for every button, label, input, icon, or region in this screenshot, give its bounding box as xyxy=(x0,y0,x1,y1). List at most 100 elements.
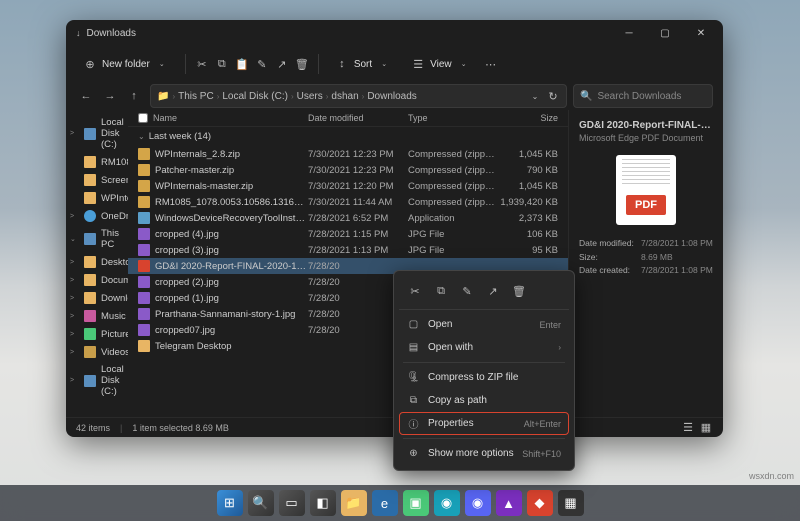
maximize-button[interactable]: ▢ xyxy=(647,20,683,46)
app-icon[interactable]: ◆ xyxy=(527,490,553,516)
ctx-copy-path[interactable]: ⧉Copy as path xyxy=(399,389,569,412)
ctx-rename-icon[interactable]: ✎ xyxy=(455,279,479,303)
file-row[interactable]: cropped (4).jpg7/28/2021 1:15 PMJPG File… xyxy=(128,226,568,242)
file-size: 1,045 KB xyxy=(498,181,558,192)
jpg-icon xyxy=(138,244,150,256)
ctx-open[interactable]: ▢OpenEnter xyxy=(399,313,569,336)
breadcrumb[interactable]: 📁› This PC› Local Disk (C:)› Users› dsha… xyxy=(150,84,567,108)
ctx-zip-label: Compress to ZIP file xyxy=(428,372,518,383)
crumb[interactable]: dshan xyxy=(331,91,358,102)
thumbnails-view-icon[interactable]: ▦ xyxy=(699,421,713,435)
sort-button[interactable]: ↕Sort⌄ xyxy=(328,53,398,75)
ctx-open-with[interactable]: ▤Open with› xyxy=(399,336,569,359)
divider xyxy=(185,54,186,74)
sort-icon: ↕ xyxy=(335,57,349,71)
sidebar-item[interactable]: >Music xyxy=(68,307,126,325)
new-folder-button[interactable]: ⊕New folder⌄ xyxy=(76,53,176,75)
crumb[interactable]: Downloads xyxy=(367,91,416,102)
ctx-delete-icon[interactable]: 🗑 xyxy=(507,279,531,303)
col-name[interactable]: Name xyxy=(153,113,177,123)
start-button[interactable]: ⊞ xyxy=(217,490,243,516)
file-type: JPG File xyxy=(408,229,498,240)
col-date[interactable]: Date modified xyxy=(308,113,408,123)
sidebar-item[interactable]: RM1085_1078.0… xyxy=(68,153,126,171)
meta-row: Size:8.69 MB xyxy=(579,251,713,265)
col-type[interactable]: Type xyxy=(408,113,498,123)
file-row[interactable]: Patcher-master.zip7/30/2021 12:23 PMComp… xyxy=(128,162,568,178)
vid-icon xyxy=(84,346,96,358)
ctx-openwith-label: Open with xyxy=(428,342,473,353)
details-view-icon[interactable]: ☰ xyxy=(681,421,695,435)
app-icon[interactable]: ▲ xyxy=(496,490,522,516)
sidebar-item[interactable]: Screenshots xyxy=(68,171,126,189)
details-subtitle: Microsoft Edge PDF Document xyxy=(579,133,713,143)
share-icon[interactable]: ↗ xyxy=(275,57,289,71)
file-type: Application xyxy=(408,213,498,224)
close-button[interactable]: ✕ xyxy=(683,20,719,46)
cloud-icon xyxy=(84,210,96,222)
file-row[interactable]: RM1085_1078.0053.10586.13169.12742…7/30/… xyxy=(128,194,568,210)
ctx-compress[interactable]: 🗜 Compress to ZIP file xyxy=(399,366,569,389)
file-type: Compressed (zipp… xyxy=(408,181,498,192)
sidebar[interactable]: >Local Disk (C:)RM1085_1078.0…Screenshot… xyxy=(66,110,128,417)
group-header[interactable]: Last week (14) xyxy=(128,127,568,146)
file-type: Compressed (zipp… xyxy=(408,197,498,208)
edge-icon[interactable]: e xyxy=(372,490,398,516)
file-size: 790 KB xyxy=(498,165,558,176)
app-icon[interactable]: ▣ xyxy=(403,490,429,516)
task-view-icon[interactable]: ▭ xyxy=(279,490,305,516)
refresh-icon[interactable]: ↻ xyxy=(546,89,560,103)
app-icon[interactable]: ▦ xyxy=(558,490,584,516)
file-explorer-icon[interactable]: 📁 xyxy=(341,490,367,516)
crumb[interactable]: Users xyxy=(297,91,323,102)
zip-icon: 🗜 xyxy=(407,371,420,384)
titlebar[interactable]: Downloads ─ ▢ ✕ xyxy=(66,20,723,46)
sidebar-item[interactable]: >Documents xyxy=(68,271,126,289)
ctx-properties[interactable]: ⓘPropertiesAlt+Enter xyxy=(399,412,569,435)
select-all-checkbox[interactable] xyxy=(138,113,148,123)
col-size[interactable]: Size xyxy=(498,113,558,123)
jpg-icon xyxy=(138,308,150,320)
sidebar-item[interactable]: >OneDrive xyxy=(68,207,126,225)
sidebar-item[interactable]: >Local Disk (C:) xyxy=(68,114,126,153)
zip-icon xyxy=(138,148,150,160)
sidebar-item[interactable]: >Downloads xyxy=(68,289,126,307)
ctx-share-icon[interactable]: ↗ xyxy=(481,279,505,303)
sidebar-item[interactable]: >Videos xyxy=(68,343,126,361)
file-row[interactable]: WPInternals_2.8.zip7/30/2021 12:23 PMCom… xyxy=(128,146,568,162)
widgets-icon[interactable]: ◧ xyxy=(310,490,336,516)
sidebar-item[interactable]: WPInternals xyxy=(68,189,126,207)
back-button[interactable]: ← xyxy=(76,86,96,106)
file-row[interactable]: WindowsDeviceRecoveryToolInstaller (…7/2… xyxy=(128,210,568,226)
column-headers[interactable]: Name Date modified Type Size xyxy=(128,110,568,127)
search-input[interactable]: 🔍 Search Downloads xyxy=(573,84,713,108)
file-date: 7/30/2021 12:23 PM xyxy=(308,149,408,160)
more-icon[interactable]: ⋯ xyxy=(484,57,498,71)
cut-icon[interactable]: ✂ xyxy=(195,57,209,71)
up-button[interactable]: ↑ xyxy=(124,86,144,106)
app-icon[interactable]: ◉ xyxy=(434,490,460,516)
rename-icon[interactable]: ✎ xyxy=(255,57,269,71)
ctx-more-options[interactable]: ⊕Show more optionsShift+F10 xyxy=(399,442,569,465)
copy-icon[interactable]: ⧉ xyxy=(215,57,229,71)
minimize-button[interactable]: ─ xyxy=(611,20,647,46)
sidebar-item[interactable]: >Pictures xyxy=(68,325,126,343)
ctx-cut-icon[interactable]: ✂ xyxy=(403,279,427,303)
file-row[interactable]: cropped (3).jpg7/28/2021 1:13 PMJPG File… xyxy=(128,242,568,258)
taskbar-search-icon[interactable]: 🔍 xyxy=(248,490,274,516)
folder-icon xyxy=(84,256,96,268)
ctx-copy-icon[interactable]: ⧉ xyxy=(429,279,453,303)
crumb[interactable]: Local Disk (C:) xyxy=(222,91,288,102)
file-row[interactable]: WPInternals-master.zip7/30/2021 12:20 PM… xyxy=(128,178,568,194)
view-button[interactable]: ☰View⌄ xyxy=(404,53,478,75)
crumb[interactable]: This PC xyxy=(178,91,214,102)
discord-icon[interactable]: ◉ xyxy=(465,490,491,516)
paste-icon[interactable]: 📋 xyxy=(235,57,249,71)
delete-icon[interactable]: 🗑 xyxy=(295,57,309,71)
sidebar-item[interactable]: >Desktop xyxy=(68,253,126,271)
taskbar[interactable]: ⊞ 🔍 ▭ ◧ 📁 e ▣ ◉ ◉ ▲ ◆ ▦ xyxy=(0,485,800,521)
forward-button[interactable]: → xyxy=(100,86,120,106)
sidebar-item[interactable]: ⌄This PC xyxy=(68,225,126,253)
sidebar-item[interactable]: >Local Disk (C:) xyxy=(68,361,126,400)
chevron-down-icon[interactable]: ⌄ xyxy=(528,89,542,103)
